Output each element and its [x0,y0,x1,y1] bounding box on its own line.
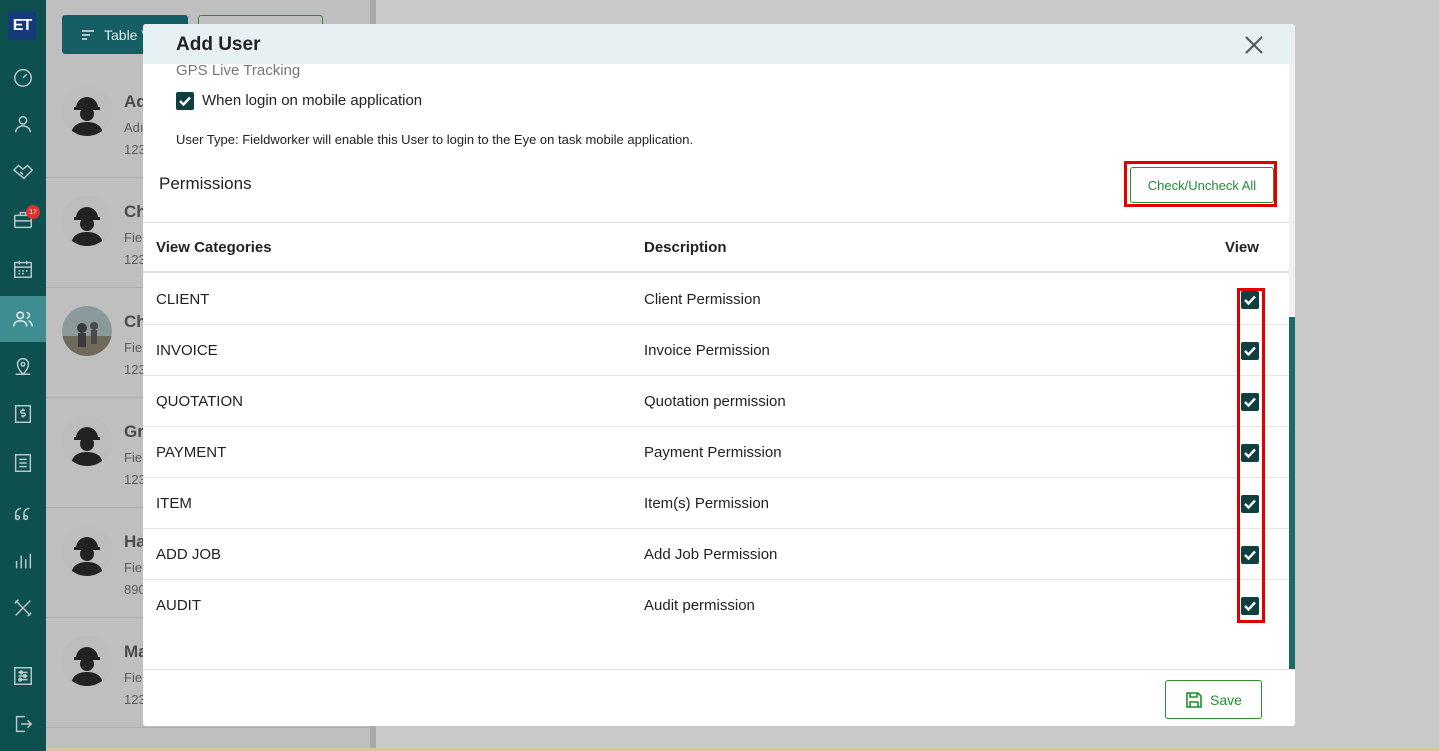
save-icon [1186,691,1202,708]
login-mobile-checkbox[interactable] [176,92,194,110]
notification-badge: 17 [26,205,40,219]
app-logo[interactable]: ET [8,12,36,40]
table-row: QUOTATION Quotation permission [143,376,1289,427]
nav-reports[interactable] [0,538,46,584]
logout-icon [15,715,33,733]
nav-map[interactable] [0,343,46,389]
row-category: QUOTATION [156,393,243,410]
row-description: Audit permission [644,597,755,614]
row-category: AUDIT [156,597,201,614]
close-button[interactable] [1241,32,1267,58]
avatar [62,636,112,686]
row-description: Client Permission [644,291,761,308]
list-item-role: Adı [124,120,144,135]
list-icon [14,454,32,472]
filter-lines-icon [82,29,94,40]
table-row: CLIENT Client Permission [143,274,1289,325]
row-category: ADD JOB [156,546,222,563]
user-icon [14,115,32,133]
list-item-role: Fie [124,340,143,355]
avatar [62,416,112,466]
row-category: ITEM [156,495,192,512]
save-button[interactable]: Save [1165,680,1262,719]
row-description: Quotation permission [644,393,786,410]
users-icon [13,311,33,327]
close-icon [1245,36,1263,54]
calendar-icon [14,260,32,278]
row-category: CLIENT [156,291,210,308]
list-item-name: Gr [124,422,144,441]
list-item-role: Fie [124,670,143,685]
table-row: ADD JOB Add Job Permission [143,529,1289,580]
nav-logout[interactable] [0,701,46,747]
column-header-description: Description [644,239,727,256]
nav-settings[interactable] [0,653,46,699]
table-row: PAYMENT Payment Permission [143,427,1289,478]
row-description: Item(s) Permission [644,495,770,512]
nav-quotes[interactable] [0,489,46,535]
list-item-role: Fie [124,560,143,575]
tools-icon [14,599,32,617]
list-item-role: Fie [124,450,143,465]
save-label: Save [1210,691,1242,708]
dollar-icon [14,405,32,423]
nav-jobs[interactable]: 17 [0,197,46,243]
handshake-icon [12,164,34,180]
view-column-highlight [1237,288,1265,623]
table-row: AUDIT Audit permission [143,580,1289,631]
gps-tracking-label: GPS Live Tracking [176,62,301,79]
sidebar: ET 17 [0,0,46,751]
column-header-view: View [1225,239,1259,256]
nav-dashboard[interactable] [0,54,46,100]
bar-chart-icon [15,553,32,569]
modal-title: Add User [176,34,261,55]
avatar-photo [62,306,112,356]
add-user-modal: Add User GPS Live Tracking When login on… [143,24,1295,726]
permissions-table-header: View Categories Description View [143,222,1289,273]
row-category: INVOICE [156,342,218,359]
nav-list[interactable] [0,440,46,486]
row-description: Add Job Permission [644,546,778,563]
nav-clients[interactable] [0,148,46,194]
avatar [62,526,112,576]
nav-calendar[interactable] [0,246,46,292]
row-description: Payment Permission [644,444,782,461]
nav-payments[interactable] [0,391,46,437]
checkmark-icon [179,96,191,107]
modal-scrollbar-thumb[interactable] [1289,317,1295,669]
settings-sliders-icon [14,667,32,685]
row-category: PAYMENT [156,444,227,461]
dashboard-icon [14,68,32,87]
nav-user[interactable] [0,101,46,147]
user-type-note: User Type: Fieldworker will enable this … [176,132,694,147]
nav-tools[interactable] [0,585,46,631]
column-header-category: View Categories [156,239,272,256]
modal-footer: Save [143,669,1295,726]
quote-icon [14,507,30,521]
row-description: Invoice Permission [644,342,770,359]
modal-header: Add User [143,24,1295,64]
check-uncheck-all-button[interactable]: Check/Uncheck All [1130,167,1274,203]
map-pin-icon [15,358,31,376]
nav-users[interactable] [0,296,46,342]
table-row: ITEM Item(s) Permission [143,478,1289,529]
avatar [62,196,112,246]
table-row: INVOICE Invoice Permission [143,325,1289,376]
login-mobile-label: When login on mobile application [202,92,423,109]
permissions-title: Permissions [159,174,252,193]
list-item-role: Fie [124,230,143,245]
avatar [62,86,112,136]
